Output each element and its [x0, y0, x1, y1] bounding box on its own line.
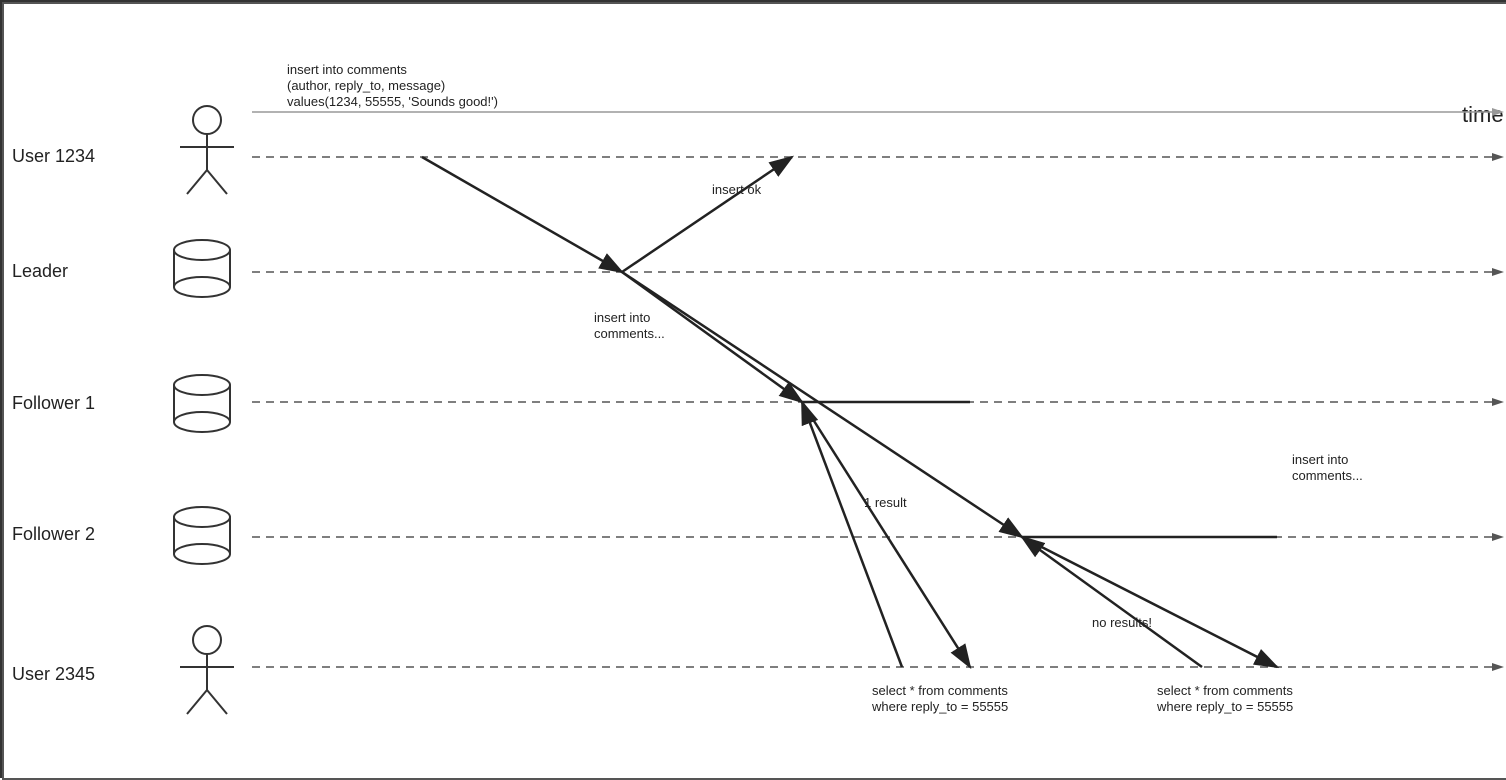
1result-label: 1 result — [864, 495, 907, 510]
follower1-label: Follower 1 — [12, 393, 95, 413]
query2-label: select * from comments — [1157, 683, 1293, 698]
svg-text:values(1234, 55555, 'Sounds go: values(1234, 55555, 'Sounds good!') — [287, 94, 498, 109]
user1234-label: User 1234 — [12, 146, 95, 166]
msg3-label: insert into — [594, 310, 650, 325]
query1-label: select * from comments — [872, 683, 1008, 698]
svg-text:comments...: comments... — [1292, 468, 1363, 483]
noresults-label: no results! — [1092, 615, 1152, 630]
svg-text:where reply_to = 55555: where reply_to = 55555 — [1156, 699, 1293, 714]
follower2-label: Follower 2 — [12, 524, 95, 544]
diagram: time User 1234 Leader Follower 1 — [0, 0, 1506, 778]
leader-label: Leader — [12, 261, 68, 281]
svg-text:(author, reply_to, message): (author, reply_to, message) — [287, 78, 445, 93]
ann-insert-comments: insert into — [1292, 452, 1348, 467]
user2345-label: User 2345 — [12, 664, 95, 684]
svg-text:where reply_to = 55555: where reply_to = 55555 — [871, 699, 1008, 714]
time-label: time — [1462, 102, 1504, 127]
msg1-label: insert into comments — [287, 62, 407, 77]
svg-text:comments...: comments... — [594, 326, 665, 341]
msg2-label: insert ok — [712, 182, 762, 197]
